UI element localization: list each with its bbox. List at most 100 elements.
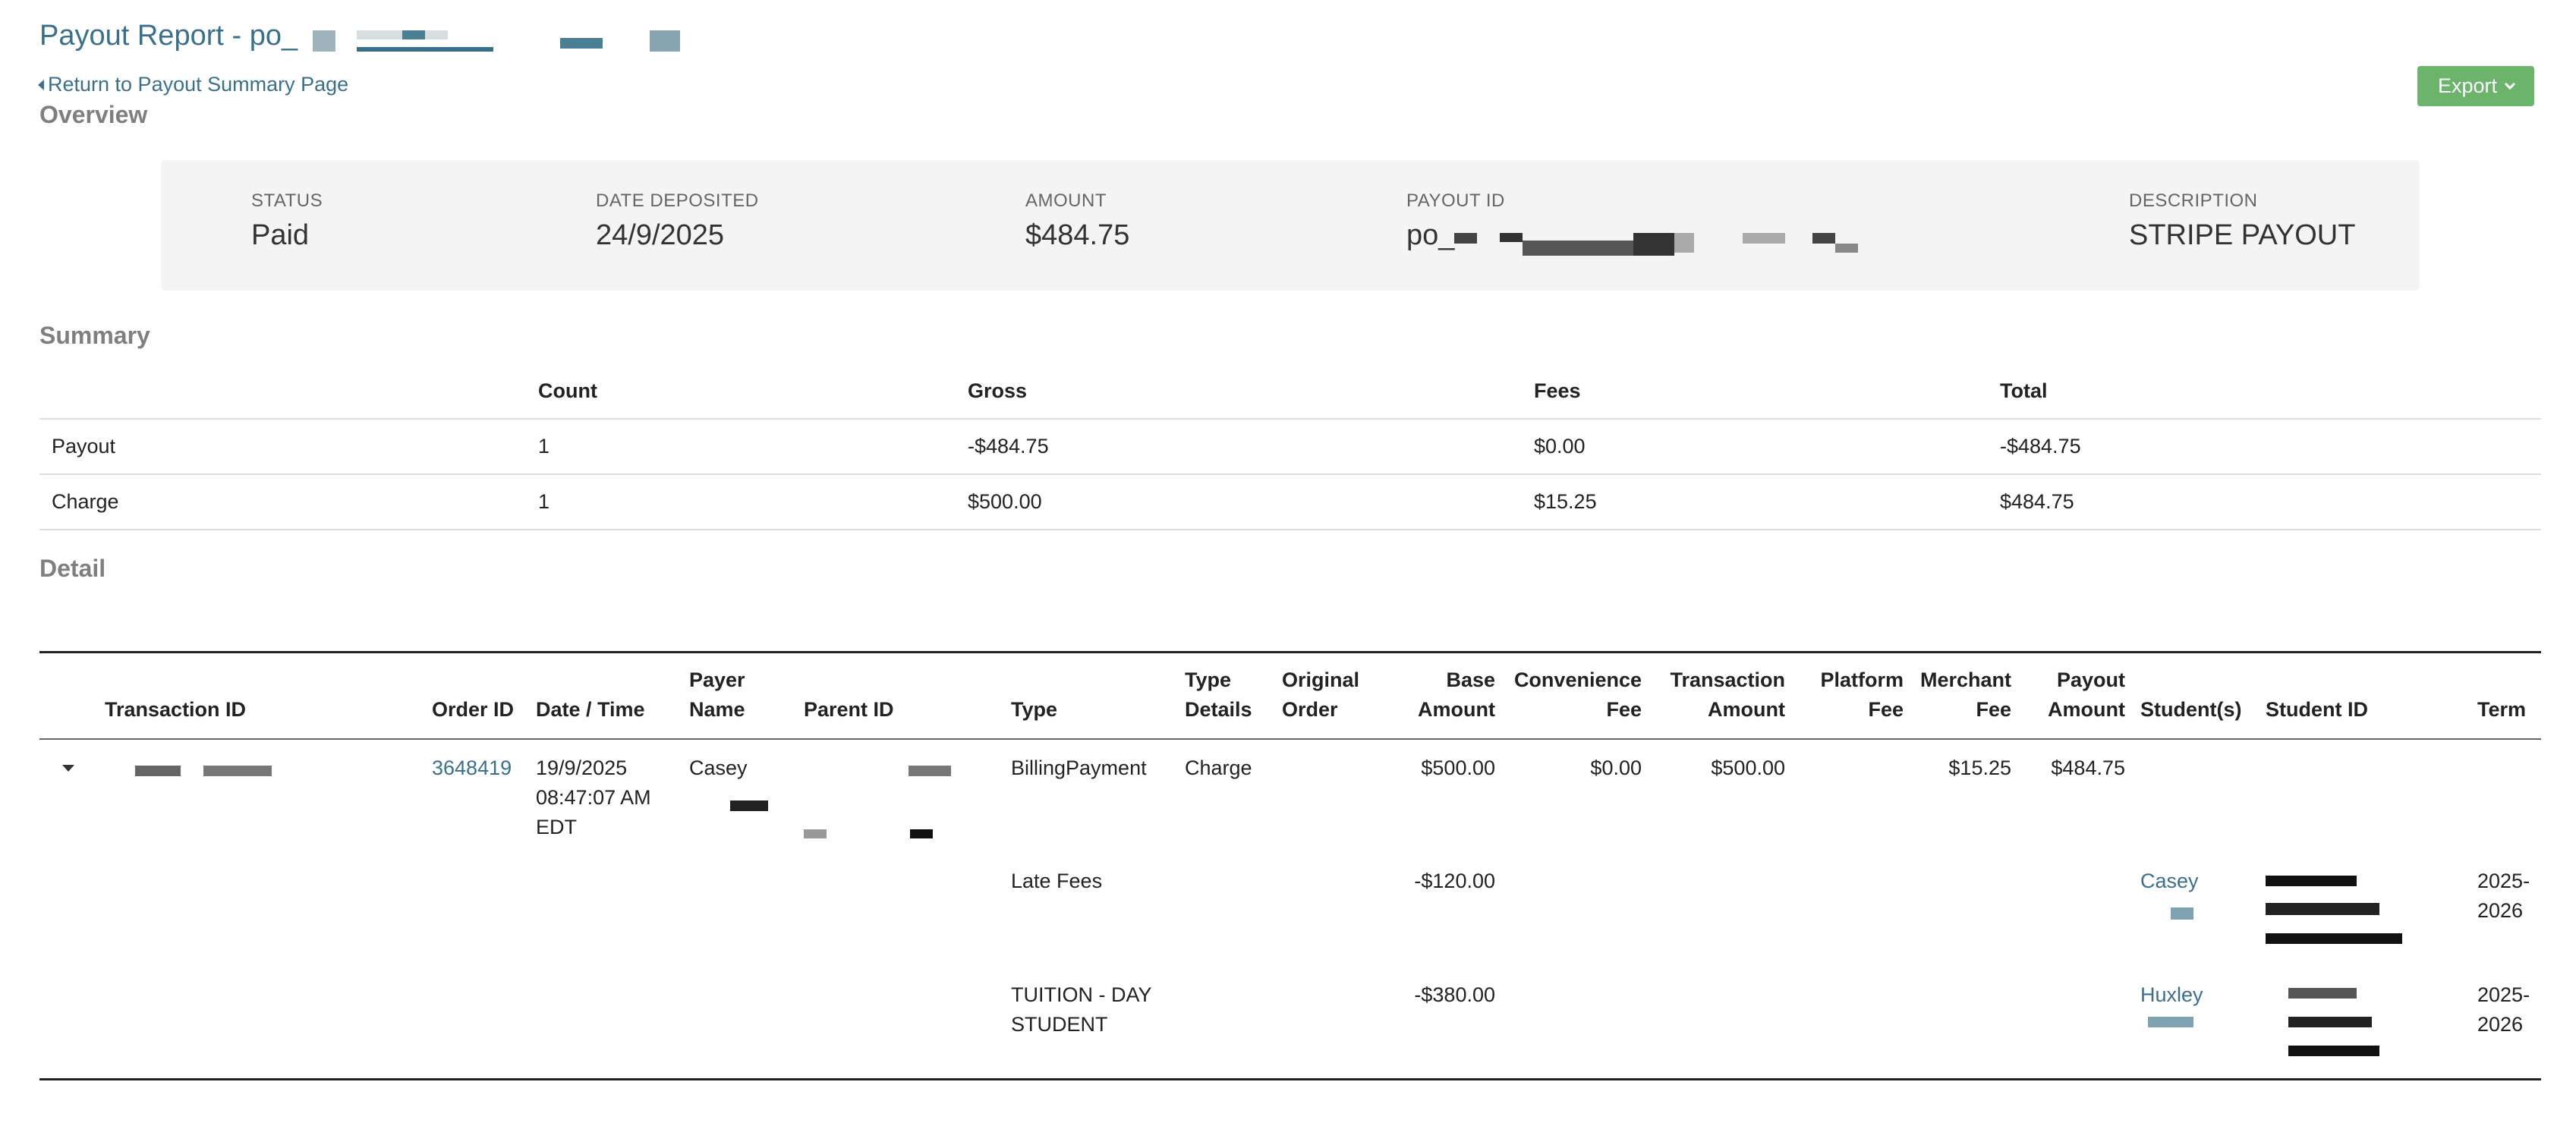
expand-toggle[interactable] <box>39 739 90 853</box>
detail-col-parent-id: Parent ID <box>796 652 1003 740</box>
amount-value: $484.75 <box>1025 219 1130 251</box>
redacted-payer-surname <box>730 800 768 811</box>
summary-cell: $0.00 <box>1522 419 1988 475</box>
detail-col-payer-name: Payer Name <box>682 652 796 740</box>
summary-col-fees: Fees <box>1522 364 1988 420</box>
detail-col-students: Student(s) <box>2133 652 2258 740</box>
payout-amount-cell: $484.75 <box>2051 756 2125 779</box>
students-cell <box>2133 739 2258 853</box>
payer-name: Casey <box>689 756 748 779</box>
redacted-student-surname <box>2171 907 2193 920</box>
redacted-student-id <box>2266 903 2379 915</box>
redacted-student-id <box>2266 933 2402 944</box>
student-id-cell <box>2258 739 2470 853</box>
redacted-parent-id <box>910 829 933 838</box>
line-item-type: Late Fees <box>1011 870 1103 892</box>
detail-col-base-amount: Base Amount <box>1373 652 1503 740</box>
transaction-amount-cell: $500.00 <box>1711 756 1785 779</box>
line-item-student-id <box>2258 967 2470 1079</box>
parent-id-cell <box>796 739 1003 853</box>
line-item-base-amount: -$120.00 <box>1414 870 1495 892</box>
order-id-link[interactable]: 3648419 <box>424 739 528 853</box>
overview-card: STATUS Paid DATE DEPOSITED 24/9/2025 AMO… <box>161 160 2420 291</box>
line-item-term: 2025-2026 <box>2477 983 2530 1036</box>
return-link-label: Return to Payout Summary Page <box>48 73 349 96</box>
caret-down-icon <box>62 765 74 772</box>
type-details-cell: Charge <box>1185 756 1252 779</box>
description-label: DESCRIPTION <box>2129 190 2258 211</box>
redacted-transaction-id <box>203 766 272 776</box>
payout-id-label: PAYOUT ID <box>1406 190 1505 211</box>
summary-cell: -$484.75 <box>956 419 1522 475</box>
date-time-cell: 19/9/2025 08:47:07 AM EDT <box>536 756 651 838</box>
detail-col-convenience-fee: Convenience Fee <box>1503 652 1649 740</box>
detail-col-platform-fee: Platform Fee <box>1793 652 1911 740</box>
amount-label: AMOUNT <box>1025 190 1107 211</box>
summary-cell: Payout <box>39 419 526 475</box>
line-item-student: Casey <box>2133 853 2258 967</box>
redacted-student-id <box>2288 1017 2372 1027</box>
overview-description: DESCRIPTION STRIPE PAYOUT <box>2129 190 2355 252</box>
return-link[interactable]: Return to Payout Summary Page <box>38 73 348 96</box>
term-cell <box>2470 739 2541 853</box>
detail-col-payout-amount: Payout Amount <box>2019 652 2133 740</box>
detail-col-expand <box>39 652 90 740</box>
caret-left-icon <box>38 79 44 90</box>
date-deposited-value: 24/9/2025 <box>596 219 725 251</box>
chevron-down-icon <box>2504 78 2516 90</box>
convenience-fee-cell: $0.00 <box>1590 756 1642 779</box>
export-button[interactable]: Export <box>2417 66 2534 106</box>
summary-col-count: Count <box>526 364 956 420</box>
redacted-student-id <box>2266 876 2357 886</box>
summary-cell: 1 <box>526 474 956 530</box>
detail-row-transaction: 3648419 19/9/2025 08:47:07 AM EDT Casey … <box>39 739 2541 853</box>
detail-col-merchant-fee: Merchant Fee <box>1911 652 2019 740</box>
line-item-type: TUITION - DAY STUDENT <box>1011 983 1152 1036</box>
detail-col-student-id: Student ID <box>2258 652 2470 740</box>
overview-date-deposited: DATE DEPOSITED 24/9/2025 <box>596 190 759 252</box>
redacted-student-surname <box>2148 1017 2193 1027</box>
redacted-parent-id <box>804 829 827 838</box>
description-value: STRIPE PAYOUT <box>2129 219 2356 251</box>
line-item-term: 2025-2026 <box>2477 870 2530 922</box>
status-value: Paid <box>251 219 310 251</box>
redacted-student-id <box>2288 988 2357 999</box>
detail-col-term: Term <box>2470 652 2541 740</box>
detail-col-order-id: Order ID <box>424 652 528 740</box>
detail-col-transaction-id: Transaction ID <box>90 652 424 740</box>
summary-table: Count Gross Fees Total Payout 1 -$484.75… <box>39 364 2541 530</box>
export-button-label: Export <box>2437 74 2498 97</box>
summary-cell: 1 <box>526 419 956 475</box>
date-deposited-label: DATE DEPOSITED <box>596 190 759 211</box>
detail-col-original-order: Original Order <box>1274 652 1373 740</box>
summary-cell: -$484.75 <box>1988 419 2541 475</box>
transaction-id-cell <box>90 739 424 853</box>
summary-cell: $15.25 <box>1522 474 1988 530</box>
type-cell: BillingPayment <box>1011 756 1147 779</box>
detail-col-date-time: Date / Time <box>528 652 682 740</box>
detail-row-line-item: TUITION - DAY STUDENT -$380.00 Huxley 20… <box>39 967 2541 1079</box>
redacted-transaction-id <box>135 766 181 776</box>
detail-row-line-item: Late Fees -$120.00 Casey 2025-2026 <box>39 853 2541 967</box>
original-order-cell <box>1274 739 1373 853</box>
overview-title: Overview <box>39 101 148 128</box>
summary-col-label <box>39 364 526 420</box>
summary-row-payout: Payout 1 -$484.75 $0.00 -$484.75 <box>39 419 2541 475</box>
detail-col-transaction-amount: Transaction Amount <box>1649 652 1793 740</box>
summary-title: Summary <box>39 322 150 349</box>
redacted-parent-id <box>909 766 951 776</box>
page-title: Payout Report - po_ <box>39 20 298 52</box>
summary-cell: $500.00 <box>956 474 1522 530</box>
platform-fee-cell <box>1793 739 1911 853</box>
redacted-student-id <box>2288 1046 2379 1056</box>
summary-cell: Charge <box>39 474 526 530</box>
student-link[interactable]: Casey <box>2140 870 2199 892</box>
merchant-fee-cell: $15.25 <box>1948 756 2011 779</box>
summary-cell: $484.75 <box>1988 474 2541 530</box>
student-link[interactable]: Huxley <box>2140 983 2203 1006</box>
line-item-base-amount: -$380.00 <box>1414 983 1495 1006</box>
base-amount-cell: $500.00 <box>1421 756 1495 779</box>
line-item-student: Huxley <box>2133 967 2258 1079</box>
line-item-student-id <box>2258 853 2470 967</box>
detail-col-type-details: Type Details <box>1177 652 1274 740</box>
